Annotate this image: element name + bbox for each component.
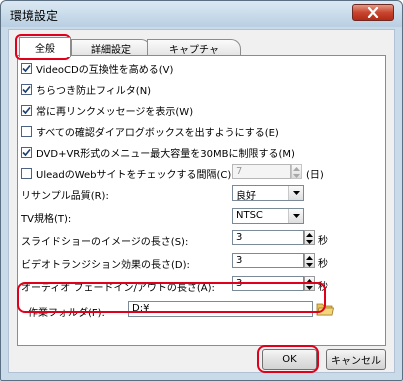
audio-fade-unit: 秒 (318, 282, 328, 293)
transition-label: ビデオトランジション効果の長さ(D): (21, 260, 190, 271)
cancel-button-label: キャンセル (331, 356, 381, 367)
spin-down-icon[interactable] (292, 172, 301, 179)
checkbox-label: 常に再リンクメッセージを表示(W) (36, 107, 194, 118)
checkbox-flicker-filter[interactable]: ちらつき防止フィルタ(N) (21, 82, 151, 97)
tab-advanced-label: 詳細設定 (91, 44, 131, 56)
slideshow-unit: 秒 (318, 236, 328, 247)
tab-capture[interactable]: キャプチャ (147, 39, 241, 56)
resample-value: 良好 (236, 191, 256, 202)
audio-fade-duration-input[interactable]: 3 (232, 276, 304, 291)
resample-select[interactable]: 良好 (232, 185, 304, 202)
checkbox-label: DVD+VR形式のメニュー最大容量を30MBに制限する(M) (36, 149, 295, 160)
tab-advanced[interactable]: 詳細設定 (71, 39, 151, 56)
chevron-down-icon[interactable] (288, 209, 303, 223)
checkbox-box[interactable] (21, 63, 32, 74)
checkbox-relink-message[interactable]: 常に再リンクメッセージを表示(W) (21, 103, 193, 118)
audio-fade-spinner[interactable] (304, 276, 315, 291)
cancel-button[interactable]: キャンセル (326, 349, 386, 370)
checkbox-label: ちらつき防止フィルタ(N) (36, 86, 152, 97)
checkbox-web-check[interactable]: UleadのWebサイトをチェックする間隔(C): (21, 166, 235, 181)
window-title: 環境設定 (10, 9, 59, 23)
checkbox-confirm-dialogs[interactable]: すべての確認ダイアログボックスを出すようにする(E) (21, 124, 279, 139)
spin-up-icon[interactable] (305, 231, 314, 238)
work-folder-input[interactable]: D:¥ (128, 301, 313, 317)
checkmark-icon (22, 106, 31, 115)
transition-spinner[interactable] (304, 253, 315, 268)
transition-unit: 秒 (318, 259, 328, 270)
slideshow-label: スライドショーのイメージの長さ(S): (21, 237, 189, 248)
tv-standard-value: NTSC (236, 210, 263, 221)
checkmark-icon (22, 148, 31, 157)
spin-up-icon[interactable] (292, 165, 301, 172)
tab-panel-general: VideoCDの互換性を高める(V) ちらつき防止フィルタ(N) 常に再リンクメ… (17, 55, 386, 346)
checkbox-label: すべての確認ダイアログボックスを出すようにする(E) (36, 128, 279, 139)
close-icon (367, 7, 379, 18)
spin-up-icon[interactable] (305, 277, 314, 284)
settings-dialog: 環境設定 全般 詳細設定 キャプチャ VideoCDの互換性を高める(V) ちら… (0, 0, 403, 381)
checkbox-box[interactable] (21, 147, 32, 158)
web-check-interval-input[interactable]: 7 (232, 164, 291, 179)
tv-standard-select[interactable]: NTSC (232, 208, 304, 224)
slideshow-duration-input[interactable]: 3 (232, 230, 304, 245)
web-check-unit: (日) (306, 170, 324, 181)
title-bar: 環境設定 (1, 1, 402, 27)
spin-down-icon[interactable] (305, 284, 314, 291)
spin-up-icon[interactable] (305, 254, 314, 261)
chevron-down-icon[interactable] (288, 186, 303, 200)
checkmark-icon (22, 85, 31, 94)
resample-label: リサンプル品質(R): (21, 191, 109, 202)
checkbox-videocd-compat[interactable]: VideoCDの互換性を高める(V) (21, 61, 173, 76)
spin-down-icon[interactable] (305, 238, 314, 245)
dialog-client: 全般 詳細設定 キャプチャ VideoCDの互換性を高める(V) ちらつき防止フ… (8, 29, 395, 373)
checkbox-box[interactable] (21, 168, 32, 179)
checkbox-dvdvr-limit[interactable]: DVD+VR形式のメニュー最大容量を30MBに制限する(M) (21, 145, 295, 160)
transition-duration-input[interactable]: 3 (232, 253, 304, 268)
checkbox-box[interactable] (21, 84, 32, 95)
ok-button-label: OK (282, 354, 297, 365)
spin-down-icon[interactable] (305, 261, 314, 268)
tab-general[interactable]: 全般 (19, 37, 71, 57)
work-folder-label: 作業フォルダ(F): (28, 308, 105, 319)
close-button[interactable] (352, 4, 394, 21)
checkbox-label: UleadのWebサイトをチェックする間隔(C): (36, 170, 235, 181)
audio-fade-label: オーディオ フェードイン/アウトの長さ(A): (21, 283, 215, 294)
checkbox-label: VideoCDの互換性を高める(V) (36, 65, 174, 76)
tab-capture-label: キャプチャ (169, 44, 219, 56)
checkmark-icon (22, 64, 31, 73)
tv-standard-label: TV規格(T): (21, 214, 72, 225)
checkbox-box[interactable] (21, 126, 32, 137)
checkbox-box[interactable] (21, 105, 32, 116)
tab-general-label: 全般 (35, 44, 55, 55)
folder-icon[interactable] (316, 300, 334, 317)
web-check-spinner[interactable] (291, 164, 302, 179)
slideshow-spinner[interactable] (304, 230, 315, 245)
ok-button[interactable]: OK (262, 349, 317, 370)
